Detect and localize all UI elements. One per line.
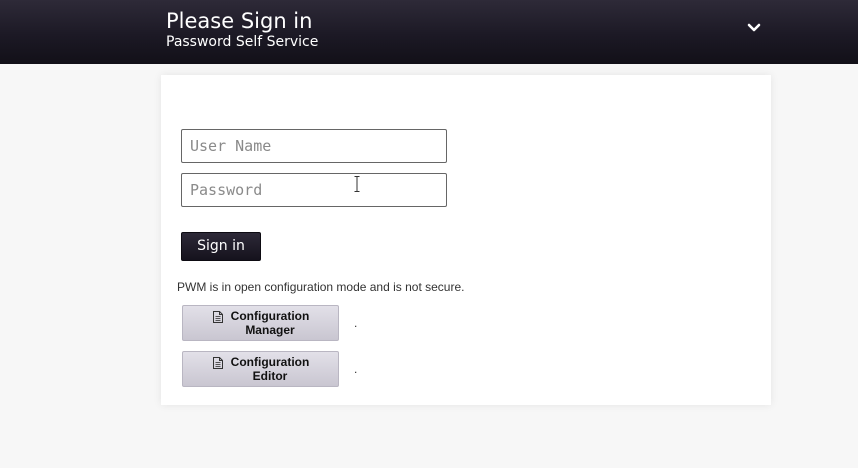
configuration-editor-label-line1: Configuration bbox=[230, 355, 310, 369]
document-icon bbox=[213, 357, 223, 369]
password-input[interactable] bbox=[181, 173, 447, 207]
configuration-editor-note: . bbox=[354, 362, 358, 376]
configuration-editor-label-line2: Editor bbox=[252, 369, 288, 383]
login-panel: Sign in PWM is in open configuration mod… bbox=[161, 75, 771, 405]
app-subtitle: Password Self Service bbox=[166, 34, 319, 50]
configuration-manager-label: Configuration Manager bbox=[225, 309, 315, 337]
document-icon bbox=[213, 311, 223, 323]
configuration-editor-button[interactable]: Configuration Editor bbox=[182, 351, 339, 387]
header-menu-toggle[interactable] bbox=[744, 18, 764, 38]
configuration-manager-label-line2: Manager bbox=[245, 323, 295, 337]
page-title: Please Sign in bbox=[166, 9, 313, 33]
sign-in-button[interactable]: Sign in bbox=[181, 232, 261, 261]
configuration-editor-label: Configuration Editor bbox=[225, 355, 315, 383]
config-mode-warning: PWM is in open configuration mode and is… bbox=[177, 280, 465, 294]
configuration-manager-note: . bbox=[354, 316, 358, 330]
username-input[interactable] bbox=[181, 129, 447, 163]
text-cursor-icon bbox=[354, 176, 360, 192]
chevron-down-icon bbox=[747, 23, 761, 32]
app-header: Please Sign in Password Self Service bbox=[0, 0, 858, 64]
configuration-manager-button[interactable]: Configuration Manager bbox=[182, 305, 339, 341]
configuration-manager-label-line1: Configuration bbox=[230, 309, 310, 323]
